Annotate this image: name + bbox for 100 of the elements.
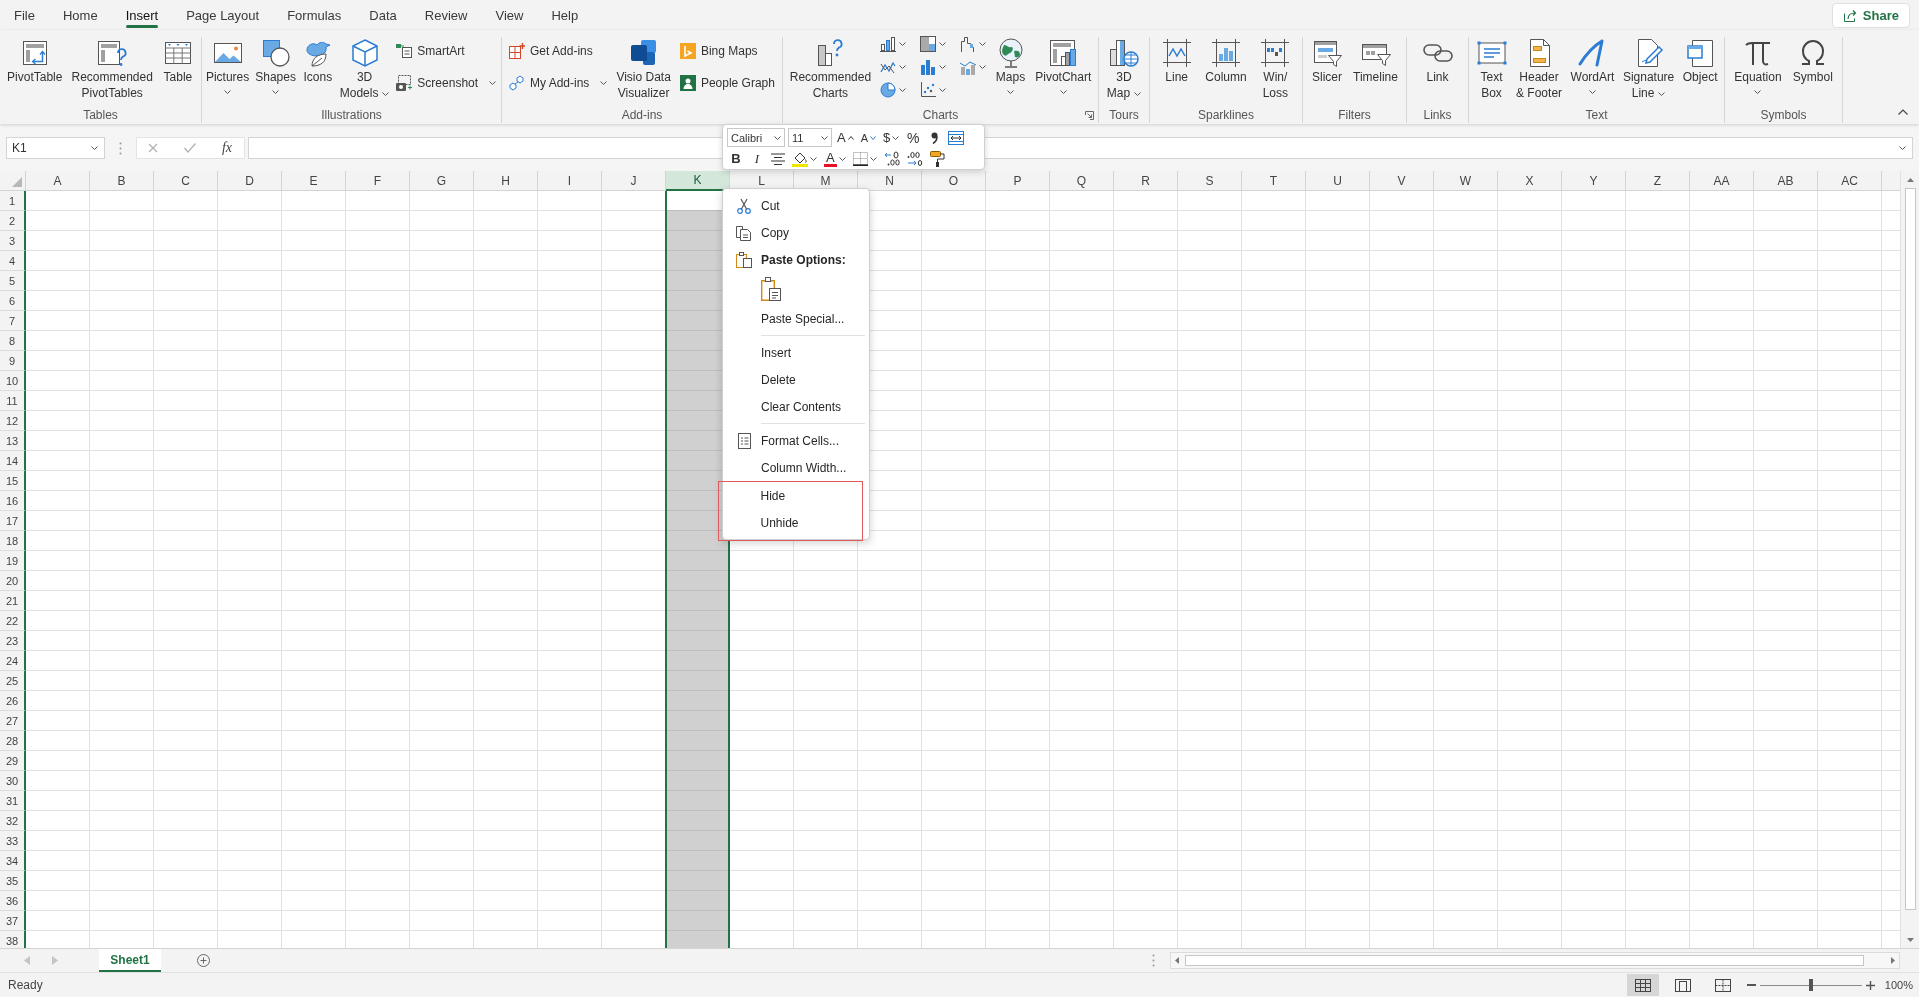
ribbon-button[interactable]: SmartArt	[393, 39, 500, 63]
row-header[interactable]: 24	[0, 651, 26, 671]
ribbon-button[interactable]: Get Add-ins	[506, 39, 611, 63]
scroll-left-icon[interactable]	[1175, 957, 1179, 964]
ribbon-button[interactable]: Visio Data Visualizer	[614, 37, 673, 101]
letter-header[interactable]: I	[538, 171, 602, 191]
row-header[interactable]: 15	[0, 471, 26, 491]
row-header[interactable]: 27	[0, 711, 26, 731]
row-header[interactable]: 36	[0, 891, 26, 911]
row-header[interactable]: 31	[0, 791, 26, 811]
horizontal-scrollbar[interactable]	[1170, 952, 1900, 969]
letter-header[interactable]: W	[1434, 171, 1498, 191]
menu-tab[interactable]: Home	[48, 0, 112, 30]
ribbon-button[interactable]: WordArt	[1568, 37, 1617, 94]
letter-header[interactable]: P	[986, 171, 1050, 191]
add-sheet-button[interactable]	[197, 954, 210, 967]
scroll-right-icon[interactable]	[1891, 957, 1895, 964]
letter-header[interactable]: L	[730, 171, 794, 191]
ribbon-button[interactable]: Column	[1203, 37, 1249, 85]
row-header[interactable]: 7	[0, 311, 26, 331]
menu-item[interactable]: Hide	[722, 482, 862, 509]
ribbon-button[interactable]: Line	[1158, 37, 1195, 85]
share-button[interactable]: Share	[1831, 2, 1910, 28]
row-header[interactable]: 20	[0, 571, 26, 591]
menu-item[interactable]: Delete	[723, 366, 869, 393]
font-size-field[interactable]: 11	[788, 128, 832, 147]
row-header[interactable]: 5	[0, 271, 26, 291]
row-header[interactable]: 19	[0, 551, 26, 571]
ribbon-button[interactable]: Timeline	[1351, 37, 1400, 85]
row-header[interactable]: 13	[0, 431, 26, 451]
letter-header[interactable]: M	[794, 171, 858, 191]
menu-item[interactable]: Cut	[723, 192, 869, 219]
menu-item[interactable]: Unhide	[722, 509, 862, 536]
letter-header[interactable]: A	[26, 171, 90, 191]
scroll-up-icon[interactable]	[1906, 178, 1914, 182]
ribbon-button[interactable]: Text Box	[1473, 37, 1510, 101]
letter-header[interactable]: K	[666, 171, 730, 191]
ribbon-button[interactable]: Recommended PivotTables	[69, 37, 155, 101]
ribbon-button[interactable]: Equation	[1732, 37, 1784, 94]
ribbon-button[interactable]: Symbol	[1790, 37, 1835, 85]
row-header[interactable]: 1	[0, 191, 26, 211]
font-color-button[interactable]: A	[822, 149, 848, 168]
ribbon-button[interactable]: 3D Models	[337, 37, 392, 101]
letter-header[interactable]: Q	[1050, 171, 1114, 191]
menu-tab[interactable]: Review	[410, 0, 482, 30]
merge-center-button[interactable]	[946, 128, 967, 147]
row-header[interactable]: 9	[0, 351, 26, 371]
row-header[interactable]: 2	[0, 211, 26, 231]
row-header[interactable]: 21	[0, 591, 26, 611]
row-header[interactable]: 18	[0, 531, 26, 551]
row-header[interactable]: 14	[0, 451, 26, 471]
currency-button[interactable]: $	[881, 128, 902, 147]
borders-button[interactable]	[850, 149, 879, 168]
collapse-ribbon-button[interactable]	[1896, 107, 1910, 117]
menu-item[interactable]: Format Cells...	[723, 427, 869, 454]
sheet-tab[interactable]: Sheet1	[99, 949, 161, 972]
row-header[interactable]: 11	[0, 391, 26, 411]
ribbon-button[interactable]: Signature Line	[1620, 37, 1677, 101]
row-header[interactable]: 22	[0, 611, 26, 631]
letter-header[interactable]: E	[282, 171, 346, 191]
slider-thumb[interactable]	[1808, 979, 1813, 991]
letter-header[interactable]: C	[154, 171, 218, 191]
letter-header[interactable]: D	[218, 171, 282, 191]
ribbon-button[interactable]: People Graph	[676, 71, 778, 95]
italic-button[interactable]: I	[748, 149, 766, 168]
ribbon-button[interactable]: Table	[159, 37, 196, 85]
row-header[interactable]: 26	[0, 691, 26, 711]
letter-header[interactable]: H	[474, 171, 538, 191]
letter-header[interactable]: B	[90, 171, 154, 191]
menu-tab[interactable]: View	[481, 0, 538, 30]
dialog-launcher-button[interactable]	[1085, 111, 1094, 120]
ribbon-button[interactable]: Bing Maps	[676, 39, 778, 63]
zoom-in-button[interactable]	[1865, 980, 1875, 990]
grow-font-button[interactable]: A	[835, 128, 856, 147]
font-name-field[interactable]: Calibri	[727, 128, 785, 147]
ribbon-button[interactable]: Maps	[992, 37, 1029, 94]
menu-tab[interactable]: Insert	[111, 0, 173, 30]
row-header[interactable]: 10	[0, 371, 26, 391]
chart-type-button[interactable]	[917, 33, 948, 55]
ribbon-button[interactable]: Win/ Loss	[1257, 37, 1294, 101]
ribbon-button[interactable]: PivotTable	[5, 37, 65, 85]
menu-tab[interactable]: Help	[537, 0, 593, 30]
letter-header[interactable]: V	[1370, 171, 1434, 191]
percent-button[interactable]: %	[904, 128, 923, 147]
zoom-percentage[interactable]: 100%	[1884, 979, 1913, 991]
format-painter-button[interactable]	[927, 149, 947, 168]
row-header[interactable]: 4	[0, 251, 26, 271]
shrink-font-button[interactable]: A	[858, 128, 878, 147]
ribbon-button[interactable]: Header & Footer	[1514, 37, 1565, 101]
row-header[interactable]: 33	[0, 831, 26, 851]
ribbon-button[interactable]: PivotChart	[1033, 37, 1094, 94]
row-header[interactable]: 28	[0, 731, 26, 751]
letter-header[interactable]: Y	[1562, 171, 1626, 191]
row-header[interactable]: 6	[0, 291, 26, 311]
row-header[interactable]: 37	[0, 911, 26, 931]
letter-header[interactable]: X	[1498, 171, 1562, 191]
ribbon-button[interactable]: Screenshot	[393, 71, 500, 95]
row-header[interactable]: 3	[0, 231, 26, 251]
letter-header[interactable]: AA	[1690, 171, 1754, 191]
letter-header[interactable]: J	[602, 171, 666, 191]
